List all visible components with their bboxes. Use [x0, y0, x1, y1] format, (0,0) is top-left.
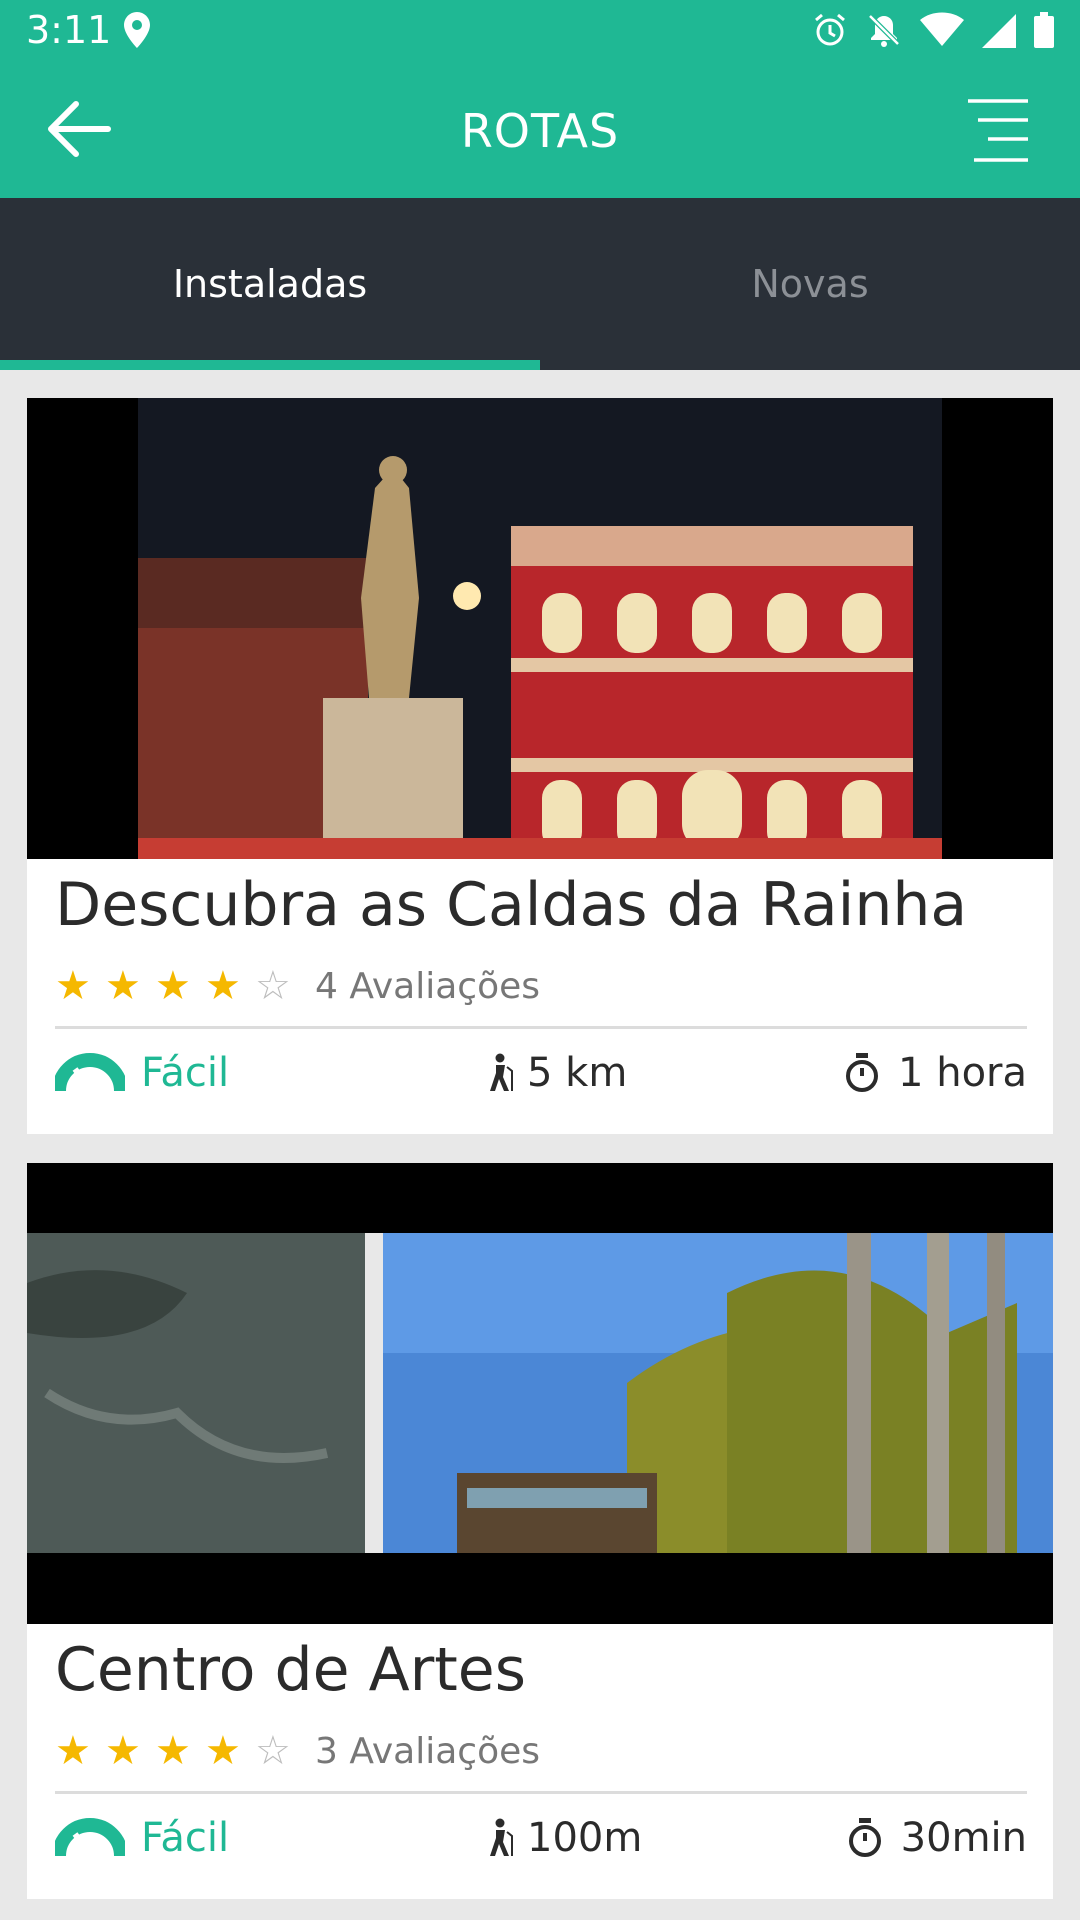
rating: ★ ★ ★ ★ ☆ 3 Avaliações	[55, 1728, 540, 1774]
stopwatch-icon	[848, 1818, 881, 1857]
route-title: Centro de Artes	[55, 1635, 526, 1705]
menu-button[interactable]	[964, 98, 1036, 166]
distance: 100m	[485, 1815, 642, 1861]
stopwatch-icon	[846, 1053, 879, 1092]
active-tab-indicator	[0, 360, 540, 370]
route-image	[27, 398, 1053, 859]
speedometer-icon	[55, 1053, 125, 1093]
star-empty-icon: ☆	[255, 963, 291, 1009]
route-meta: Fácil 100m 30min	[55, 1815, 1027, 1875]
notifications-off-icon	[866, 12, 902, 52]
menu-icon	[968, 99, 1028, 162]
star-filled-icon: ★	[155, 1728, 191, 1774]
difficulty: Fácil	[55, 1050, 229, 1096]
tab-instaladas[interactable]: Instaladas	[0, 198, 540, 370]
duration: 1 hora	[844, 1050, 1027, 1096]
route-title: Descubra as Caldas da Rainha	[55, 870, 968, 940]
star-filled-icon: ★	[205, 963, 241, 1009]
star-filled-icon: ★	[105, 1728, 141, 1774]
app-bar: ROTAS	[0, 64, 1080, 198]
rating: ★ ★ ★ ★ ☆ 4 Avaliações	[55, 963, 540, 1009]
review-count: 4 Avaliações	[315, 965, 541, 1007]
route-card[interactable]: Descubra as Caldas da Rainha ★ ★ ★ ★ ☆ 4…	[27, 398, 1053, 1134]
distance-value: 5 km	[527, 1050, 628, 1096]
star-filled-icon: ★	[55, 1728, 91, 1774]
duration-value: 30min	[900, 1815, 1027, 1861]
alarm-icon	[812, 12, 848, 52]
wifi-icon	[920, 12, 964, 52]
divider	[55, 1791, 1027, 1794]
status-bar: 3:11	[0, 0, 1080, 64]
distance: 5 km	[485, 1050, 627, 1096]
signal-icon	[982, 12, 1016, 52]
difficulty-label: Fácil	[141, 1815, 230, 1861]
status-time: 3:11	[26, 8, 112, 52]
difficulty: Fácil	[55, 1815, 229, 1861]
star-filled-icon: ★	[205, 1728, 241, 1774]
route-meta: Fácil 5 km 1 hora	[55, 1050, 1027, 1110]
difficulty-label: Fácil	[141, 1050, 230, 1096]
location-icon	[124, 12, 150, 52]
star-filled-icon: ★	[155, 963, 191, 1009]
star-filled-icon: ★	[105, 963, 141, 1009]
review-count: 3 Avaliações	[315, 1730, 541, 1772]
page-title: ROTAS	[460, 104, 620, 158]
route-image	[27, 1163, 1053, 1624]
tab-novas[interactable]: Novas	[540, 198, 1080, 370]
duration: 30min	[847, 1815, 1027, 1861]
route-card[interactable]: Centro de Artes ★ ★ ★ ★ ☆ 3 Avaliações F…	[27, 1163, 1053, 1899]
distance-value: 100m	[527, 1815, 643, 1861]
divider	[55, 1026, 1027, 1029]
hiking-icon	[490, 1053, 513, 1091]
tab-bar: Instaladas Novas	[0, 198, 1080, 370]
battery-icon	[1034, 12, 1054, 52]
speedometer-icon	[55, 1818, 125, 1858]
star-empty-icon: ☆	[255, 1728, 291, 1774]
star-filled-icon: ★	[55, 963, 91, 1009]
hiking-icon	[490, 1818, 513, 1856]
duration-value: 1 hora	[898, 1050, 1027, 1096]
